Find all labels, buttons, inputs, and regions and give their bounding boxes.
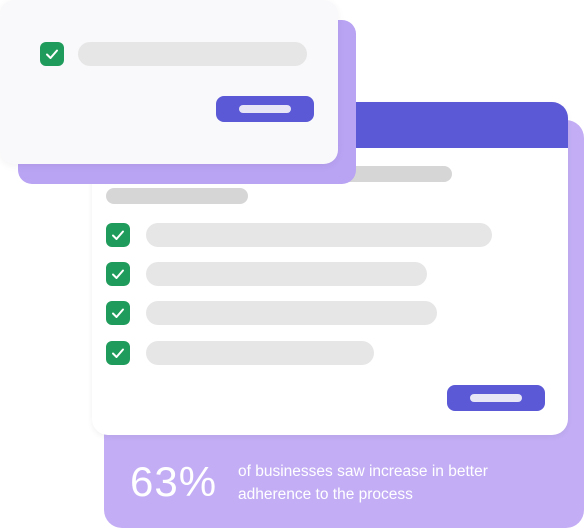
- checkbox-checked[interactable]: [106, 301, 130, 325]
- checkbox-checked[interactable]: [106, 262, 130, 286]
- checkmark-icon: [46, 49, 58, 59]
- submit-button[interactable]: [447, 385, 545, 411]
- checklist-item-bar: [146, 341, 374, 365]
- checklist-item-bar: [146, 223, 492, 247]
- confirm-button[interactable]: [216, 96, 314, 122]
- checkmark-icon: [112, 230, 124, 240]
- checklist-item-bar: [78, 42, 307, 66]
- stat-value: 63%: [130, 458, 218, 505]
- checkbox-checked[interactable]: [106, 223, 130, 247]
- button-label-placeholder: [239, 105, 291, 113]
- placeholder-line: [106, 188, 248, 204]
- button-label-placeholder: [470, 394, 522, 402]
- checkmark-icon: [112, 348, 124, 358]
- checklist-item-bar: [146, 262, 427, 286]
- checkmark-icon: [112, 269, 124, 279]
- small-checklist-card: [0, 0, 338, 164]
- checkbox-checked[interactable]: [40, 42, 64, 66]
- checklist-item-bar: [146, 301, 437, 325]
- checkbox-checked[interactable]: [106, 341, 130, 365]
- checkmark-icon: [112, 308, 124, 318]
- stat-description: of businesses saw increase in better adh…: [238, 463, 488, 503]
